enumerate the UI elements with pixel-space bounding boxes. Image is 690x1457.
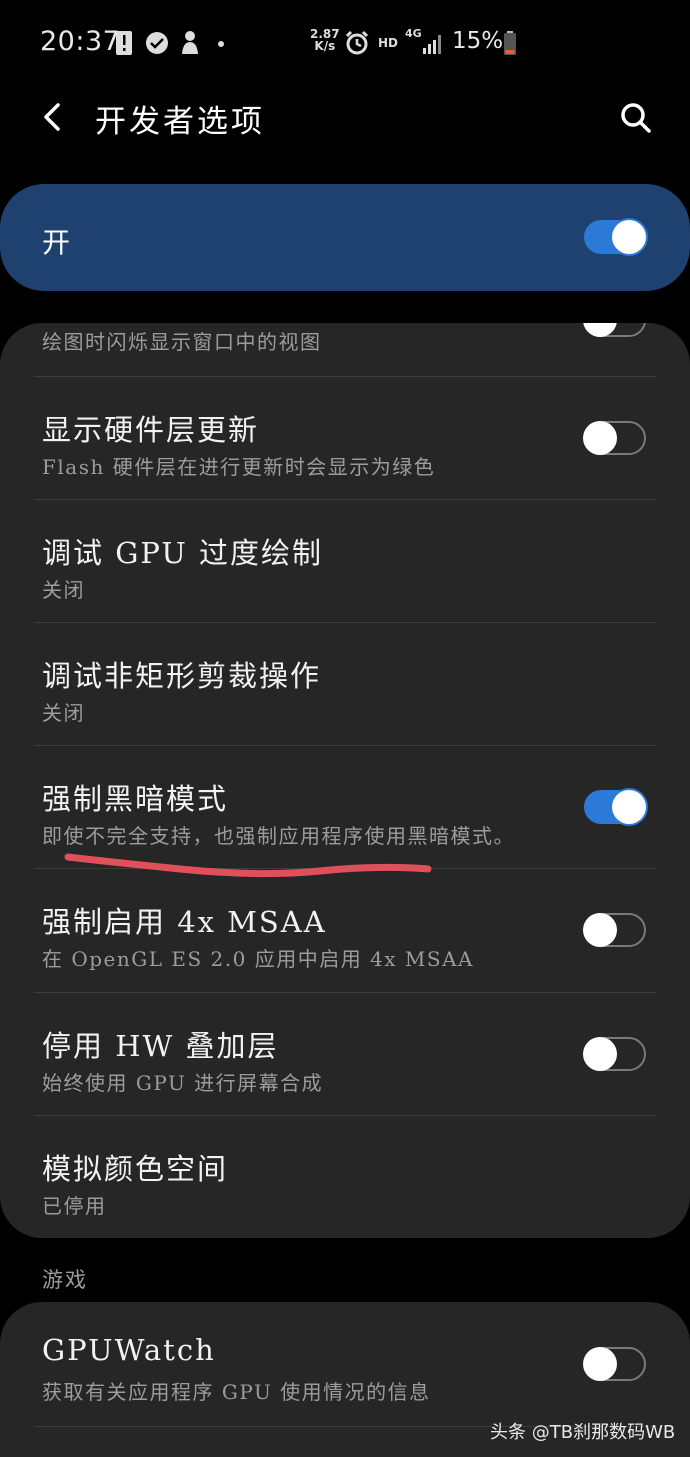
- signal-icon: [423, 35, 441, 54]
- setting-subtitle: 已停用: [42, 1194, 107, 1218]
- status-bar: 20:37 2.87 K/s HD 4G 15%: [0, 0, 690, 88]
- setting-row-disable-hw-overlays[interactable]: 停用 HW 叠加层 始终使用 GPU 进行屏幕合成: [0, 993, 690, 1115]
- page-title: 开发者选项: [95, 104, 265, 140]
- section-header-games: 游戏: [42, 1268, 88, 1292]
- speed-unit: K/s: [314, 39, 336, 53]
- setting-title: 显示硬件层更新: [42, 413, 260, 447]
- dot-icon: [218, 41, 224, 47]
- master-switch-row[interactable]: 开: [0, 184, 690, 291]
- setting-row-debug-non-rect-clip[interactable]: 调试非矩形剪裁操作 关闭: [0, 623, 690, 745]
- settings-card: 绘图时闪烁显示窗口中的视图 显示硬件层更新 Flash 硬件层在进行更新时会显示…: [0, 323, 690, 1238]
- setting-subtitle: 绘图时闪烁显示窗口中的视图: [42, 330, 322, 354]
- setting-subtitle: 关闭: [42, 701, 85, 725]
- setting-title: 强制启用 4x MSAA: [42, 905, 327, 939]
- search-icon[interactable]: [614, 96, 658, 140]
- setting-toggle[interactable]: [583, 323, 646, 337]
- setting-subtitle: 即使不完全支持，也强制应用程序使用黑暗模式。: [42, 824, 515, 848]
- master-switch-label: 开: [42, 226, 71, 259]
- toggle-knob: [612, 790, 646, 824]
- setting-subtitle: 关闭: [42, 578, 85, 602]
- back-arrow-icon[interactable]: [34, 96, 76, 138]
- battery-icon: [504, 31, 516, 55]
- toggle-knob: [612, 220, 646, 254]
- setting-title: 模拟颜色空间: [42, 1152, 229, 1186]
- watermark: 头条 @TB刹那数码WB: [490, 1422, 676, 1443]
- alarm-icon: [345, 30, 369, 55]
- setting-subtitle: 始终使用 GPU 进行屏幕合成: [42, 1071, 324, 1095]
- network-speed: 2.87 K/s: [310, 28, 340, 52]
- toggle-knob: [583, 420, 617, 455]
- setting-row-force-4x-msaa[interactable]: 强制启用 4x MSAA 在 OpenGL ES 2.0 应用中启用 4x MS…: [0, 869, 690, 992]
- alert-icon: [116, 31, 132, 55]
- master-toggle[interactable]: [584, 220, 646, 254]
- setting-subtitle: 获取有关应用程序 GPU 使用情况的信息: [42, 1380, 431, 1404]
- setting-row-simulate-color-space[interactable]: 模拟颜色空间 已停用: [0, 1116, 690, 1238]
- toggle-knob: [583, 1036, 617, 1071]
- setting-title: 停用 HW 叠加层: [42, 1029, 279, 1063]
- setting-row-gpuwatch[interactable]: GPUWatch 获取有关应用程序 GPU 使用情况的信息: [0, 1302, 690, 1426]
- setting-toggle[interactable]: [583, 1036, 646, 1071]
- network-type: 4G: [405, 27, 422, 40]
- hd-indicator: HD: [378, 36, 399, 50]
- setting-title: 调试 GPU 过度绘制: [42, 536, 324, 570]
- check-badge-icon: [146, 32, 168, 54]
- setting-title: GPUWatch: [42, 1333, 216, 1367]
- setting-row-debug-gpu-overdraw[interactable]: 调试 GPU 过度绘制 关闭: [0, 500, 690, 622]
- battery-percent: 15%: [452, 28, 504, 54]
- app-header: 开发者选项: [0, 88, 690, 150]
- toggle-knob: [583, 323, 617, 337]
- setting-toggle[interactable]: [583, 420, 646, 455]
- setting-row-show-view-updates[interactable]: 绘图时闪烁显示窗口中的视图: [0, 323, 690, 376]
- setting-title: 调试非矩形剪裁操作: [42, 659, 322, 693]
- setting-row-force-dark-mode[interactable]: 强制黑暗模式 即使不完全支持，也强制应用程序使用黑暗模式。: [0, 746, 690, 868]
- setting-toggle[interactable]: [583, 912, 646, 947]
- person-icon: [182, 31, 198, 54]
- setting-row-show-hw-layer-updates[interactable]: 显示硬件层更新 Flash 硬件层在进行更新时会显示为绿色: [0, 377, 690, 499]
- setting-subtitle: 在 OpenGL ES 2.0 应用中启用 4x MSAA: [42, 947, 474, 971]
- setting-toggle[interactable]: [583, 1346, 646, 1381]
- screen: 20:37 2.87 K/s HD 4G 15% 开发者选项 开 绘图时闪烁显示…: [0, 0, 690, 1457]
- status-time: 20:37: [40, 26, 121, 57]
- setting-subtitle: Flash 硬件层在进行更新时会显示为绿色: [42, 455, 436, 479]
- toggle-knob: [583, 912, 617, 947]
- toggle-knob: [583, 1346, 617, 1381]
- setting-title: 强制黑暗模式: [42, 782, 229, 816]
- setting-toggle[interactable]: [584, 790, 646, 824]
